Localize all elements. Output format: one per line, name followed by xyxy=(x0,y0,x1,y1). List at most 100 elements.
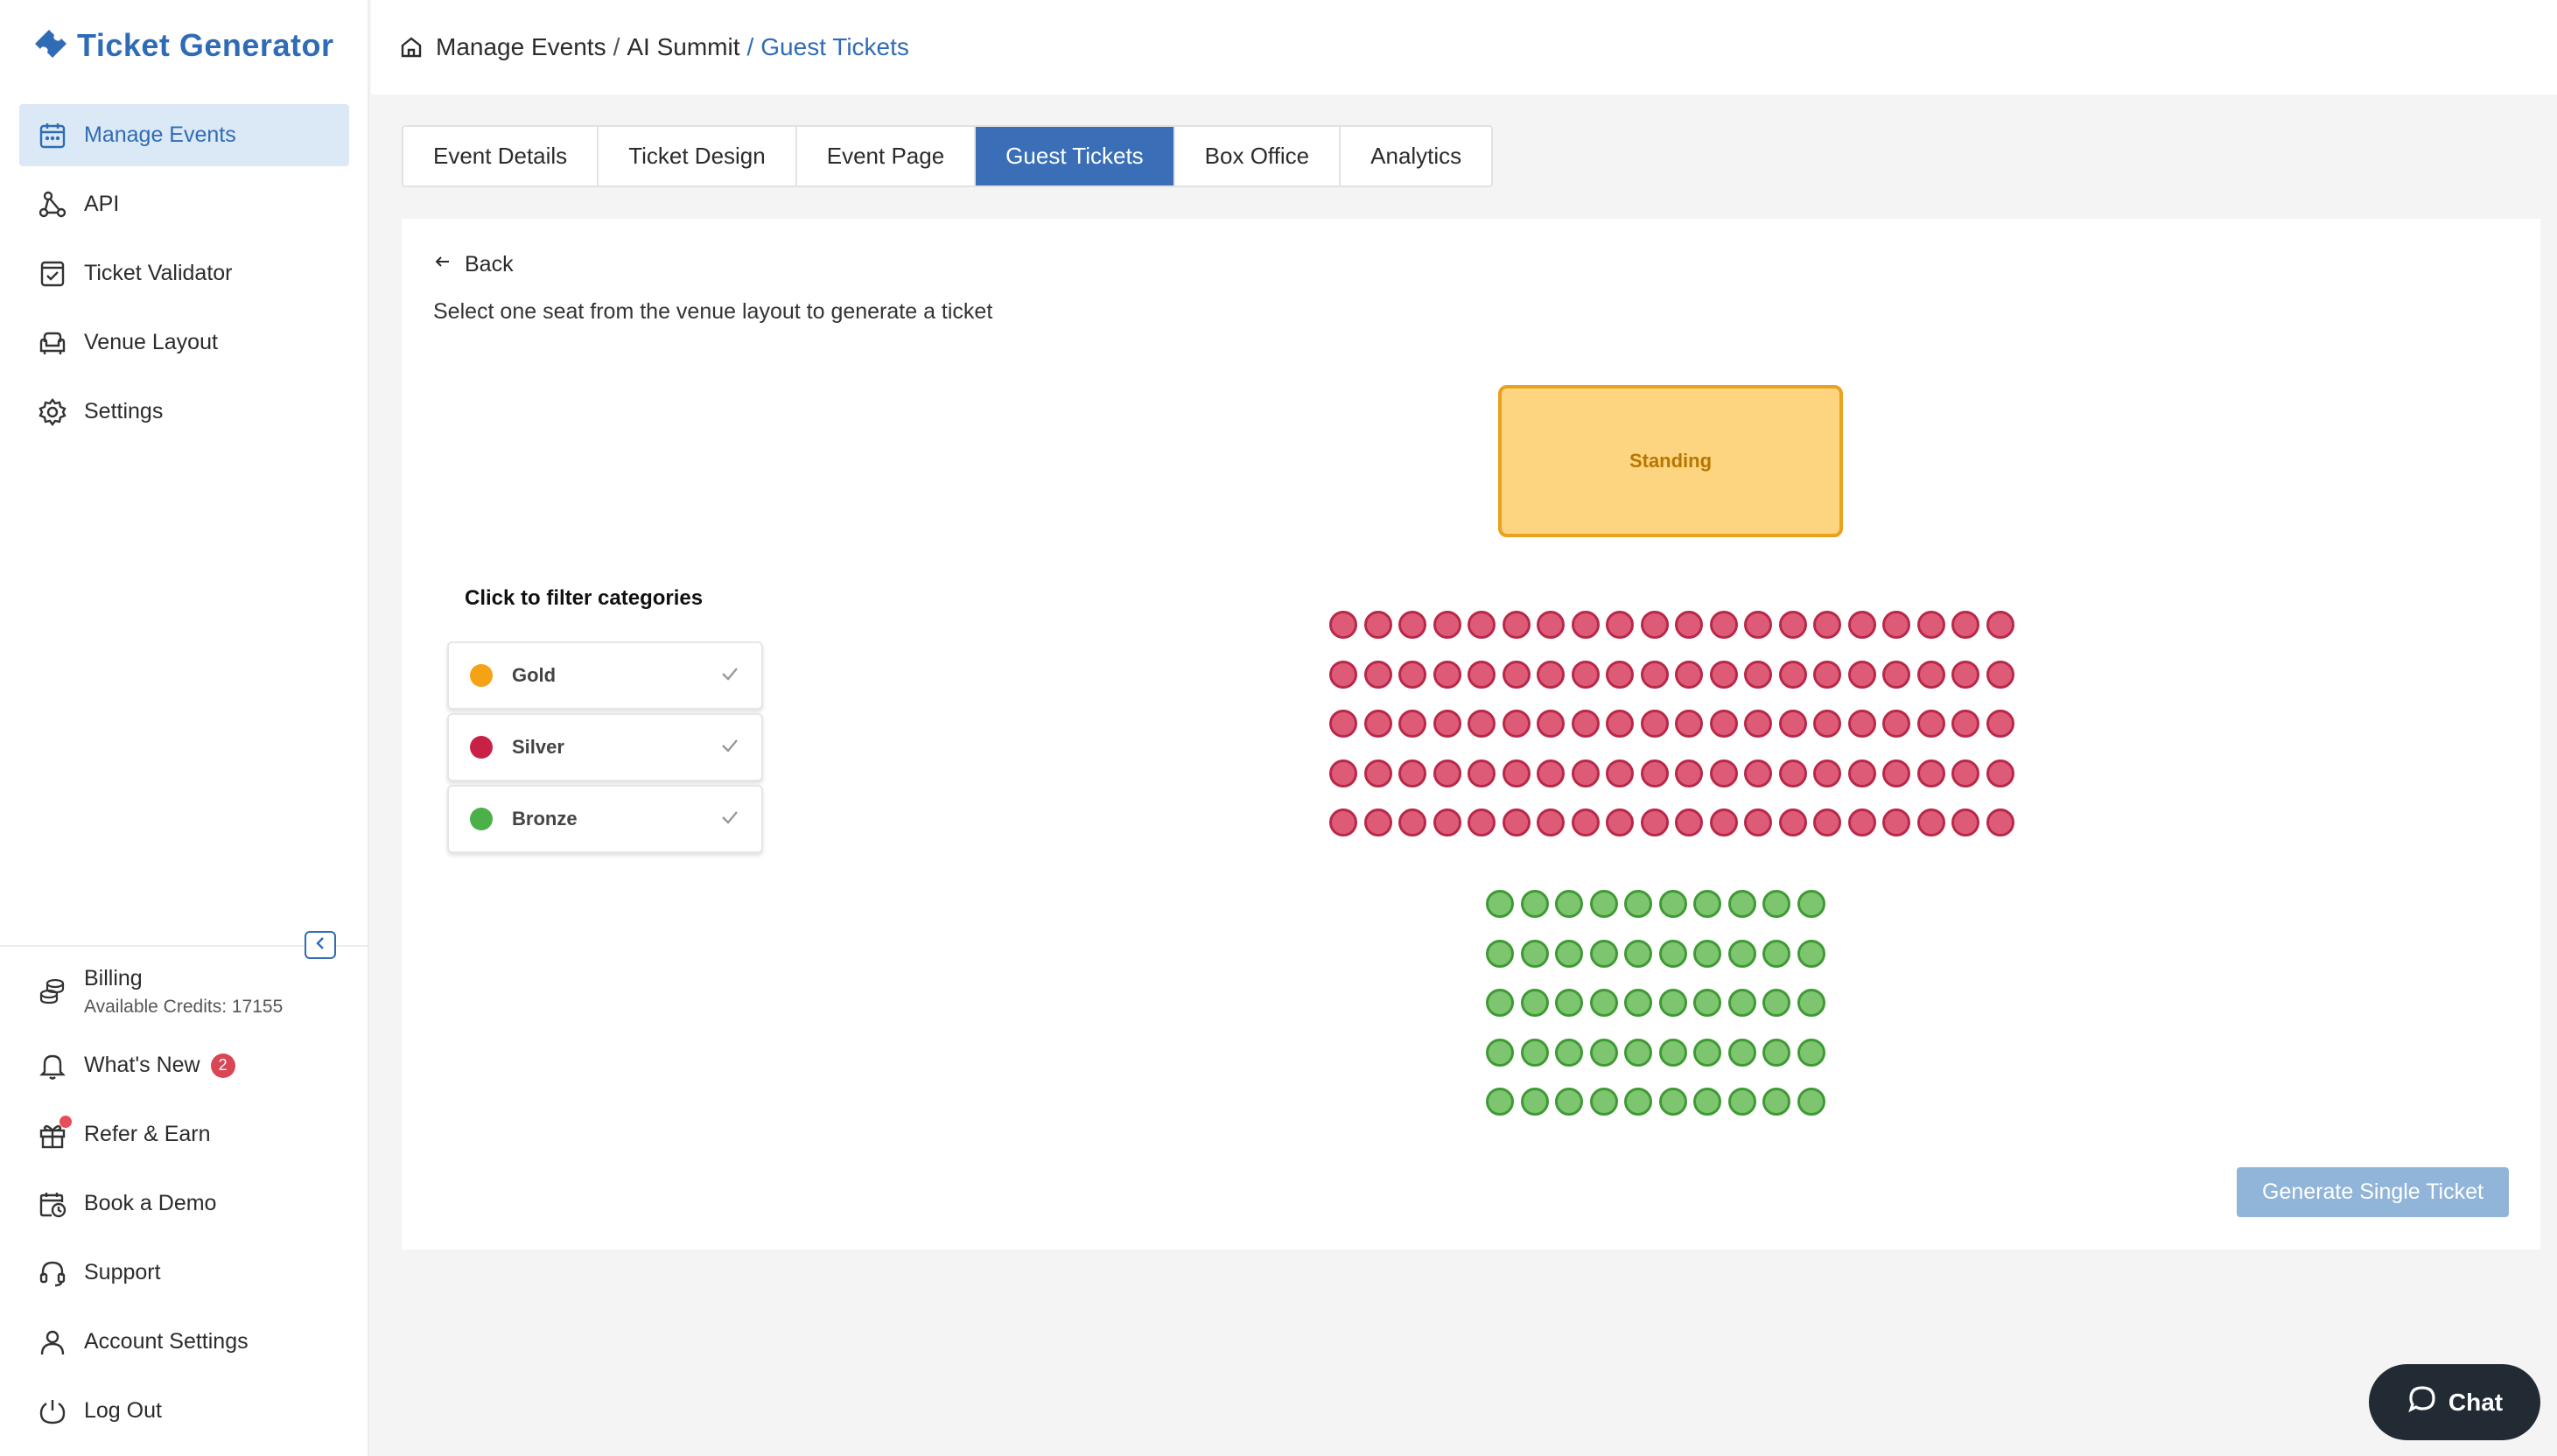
silver-seat[interactable] xyxy=(1917,808,1945,836)
bronze-seat[interactable] xyxy=(1762,1088,1790,1116)
silver-seat[interactable] xyxy=(1641,710,1669,738)
sidebar-item-api[interactable]: API xyxy=(19,173,349,235)
silver-seat[interactable] xyxy=(1710,611,1738,639)
silver-seat[interactable] xyxy=(1813,808,1841,836)
breadcrumb-manage-events[interactable]: Manage Events xyxy=(436,33,606,61)
tab-ticket-design[interactable]: Ticket Design xyxy=(599,127,797,186)
silver-seat[interactable] xyxy=(1433,611,1461,639)
silver-seat[interactable] xyxy=(1779,760,1807,788)
bronze-seat[interactable] xyxy=(1624,1039,1652,1067)
bronze-seat[interactable] xyxy=(1659,989,1687,1017)
silver-seat[interactable] xyxy=(1986,808,2014,836)
bronze-seat[interactable] xyxy=(1624,1088,1652,1116)
silver-seat[interactable] xyxy=(1710,808,1738,836)
bronze-seat[interactable] xyxy=(1797,890,1825,918)
silver-seat[interactable] xyxy=(1503,611,1531,639)
silver-seat[interactable] xyxy=(1882,760,1910,788)
silver-seat[interactable] xyxy=(1606,808,1634,836)
silver-seat[interactable] xyxy=(1503,661,1531,689)
silver-seat[interactable] xyxy=(1675,710,1703,738)
bronze-seat[interactable] xyxy=(1728,1088,1756,1116)
bronze-seat[interactable] xyxy=(1762,890,1790,918)
silver-seat[interactable] xyxy=(1329,760,1357,788)
sidebar-item-refer-earn[interactable]: Refer & Earn xyxy=(19,1100,349,1169)
bronze-seat[interactable] xyxy=(1555,1088,1583,1116)
silver-seat[interactable] xyxy=(1398,710,1426,738)
silver-seat[interactable] xyxy=(1744,808,1772,836)
silver-seat[interactable] xyxy=(1537,760,1565,788)
silver-seat[interactable] xyxy=(1537,710,1565,738)
silver-seat[interactable] xyxy=(1398,808,1426,836)
silver-seat[interactable] xyxy=(1744,611,1772,639)
silver-seat[interactable] xyxy=(1537,611,1565,639)
category-filter-gold[interactable]: Gold xyxy=(447,641,763,710)
bronze-seat[interactable] xyxy=(1486,940,1514,968)
silver-seat[interactable] xyxy=(1951,760,1979,788)
silver-seat[interactable] xyxy=(1329,661,1357,689)
bronze-seat[interactable] xyxy=(1797,989,1825,1017)
silver-seat[interactable] xyxy=(1537,808,1565,836)
silver-seat[interactable] xyxy=(1329,710,1357,738)
bronze-seat[interactable] xyxy=(1555,940,1583,968)
tab-box-office[interactable]: Box Office xyxy=(1175,127,1342,186)
tab-guest-tickets[interactable]: Guest Tickets xyxy=(976,127,1175,186)
silver-seat[interactable] xyxy=(1364,808,1392,836)
silver-seat[interactable] xyxy=(1710,710,1738,738)
silver-seat[interactable] xyxy=(1572,710,1600,738)
silver-seat[interactable] xyxy=(1917,760,1945,788)
silver-seat[interactable] xyxy=(1398,611,1426,639)
sidebar-item-whats-new[interactable]: What's New 2 xyxy=(19,1031,349,1100)
bronze-seat[interactable] xyxy=(1797,1088,1825,1116)
bronze-seat[interactable] xyxy=(1555,890,1583,918)
silver-seat[interactable] xyxy=(1848,661,1876,689)
bronze-seat[interactable] xyxy=(1762,1039,1790,1067)
bronze-seat[interactable] xyxy=(1521,890,1549,918)
silver-seat[interactable] xyxy=(1744,661,1772,689)
bronze-seat[interactable] xyxy=(1797,940,1825,968)
silver-seat[interactable] xyxy=(1882,611,1910,639)
bronze-seat[interactable] xyxy=(1624,940,1652,968)
bronze-seat[interactable] xyxy=(1762,940,1790,968)
silver-seat[interactable] xyxy=(1329,611,1357,639)
silver-seat[interactable] xyxy=(1744,710,1772,738)
silver-seat[interactable] xyxy=(1917,611,1945,639)
sidebar-item-account-settings[interactable]: Account Settings xyxy=(19,1307,349,1376)
bronze-seat[interactable] xyxy=(1624,989,1652,1017)
silver-seat[interactable] xyxy=(1572,760,1600,788)
silver-seat[interactable] xyxy=(1468,661,1496,689)
bronze-seat[interactable] xyxy=(1728,1039,1756,1067)
silver-seat[interactable] xyxy=(1606,611,1634,639)
silver-seat[interactable] xyxy=(1779,661,1807,689)
silver-seat[interactable] xyxy=(1710,760,1738,788)
silver-seat[interactable] xyxy=(1364,661,1392,689)
silver-seat[interactable] xyxy=(1537,661,1565,689)
breadcrumb-event[interactable]: AI Summit xyxy=(627,33,739,61)
bronze-seat[interactable] xyxy=(1555,1039,1583,1067)
silver-seat[interactable] xyxy=(1744,760,1772,788)
sidebar-item-support[interactable]: Support xyxy=(19,1238,349,1307)
silver-seat[interactable] xyxy=(1779,611,1807,639)
generate-single-ticket-button[interactable]: Generate Single Ticket xyxy=(2237,1167,2509,1217)
bronze-seat[interactable] xyxy=(1624,890,1652,918)
standing-area[interactable]: Standing xyxy=(1498,385,1843,537)
sidebar-item-logout[interactable]: Log Out xyxy=(19,1376,349,1446)
silver-seat[interactable] xyxy=(1468,611,1496,639)
silver-seat[interactable] xyxy=(1848,760,1876,788)
silver-seat[interactable] xyxy=(1433,661,1461,689)
bronze-seat[interactable] xyxy=(1521,989,1549,1017)
tab-event-page[interactable]: Event Page xyxy=(797,127,977,186)
silver-seat[interactable] xyxy=(1917,710,1945,738)
bronze-seat[interactable] xyxy=(1693,989,1721,1017)
silver-seat[interactable] xyxy=(1813,760,1841,788)
silver-seat[interactable] xyxy=(1813,611,1841,639)
silver-seat[interactable] xyxy=(1986,710,2014,738)
bronze-seat[interactable] xyxy=(1590,1039,1618,1067)
bronze-seat[interactable] xyxy=(1728,940,1756,968)
silver-seat[interactable] xyxy=(1641,611,1669,639)
bronze-seat[interactable] xyxy=(1521,1088,1549,1116)
silver-seat[interactable] xyxy=(1468,760,1496,788)
silver-seat[interactable] xyxy=(1572,808,1600,836)
silver-seat[interactable] xyxy=(1675,661,1703,689)
silver-seat[interactable] xyxy=(1572,611,1600,639)
silver-seat[interactable] xyxy=(1606,760,1634,788)
